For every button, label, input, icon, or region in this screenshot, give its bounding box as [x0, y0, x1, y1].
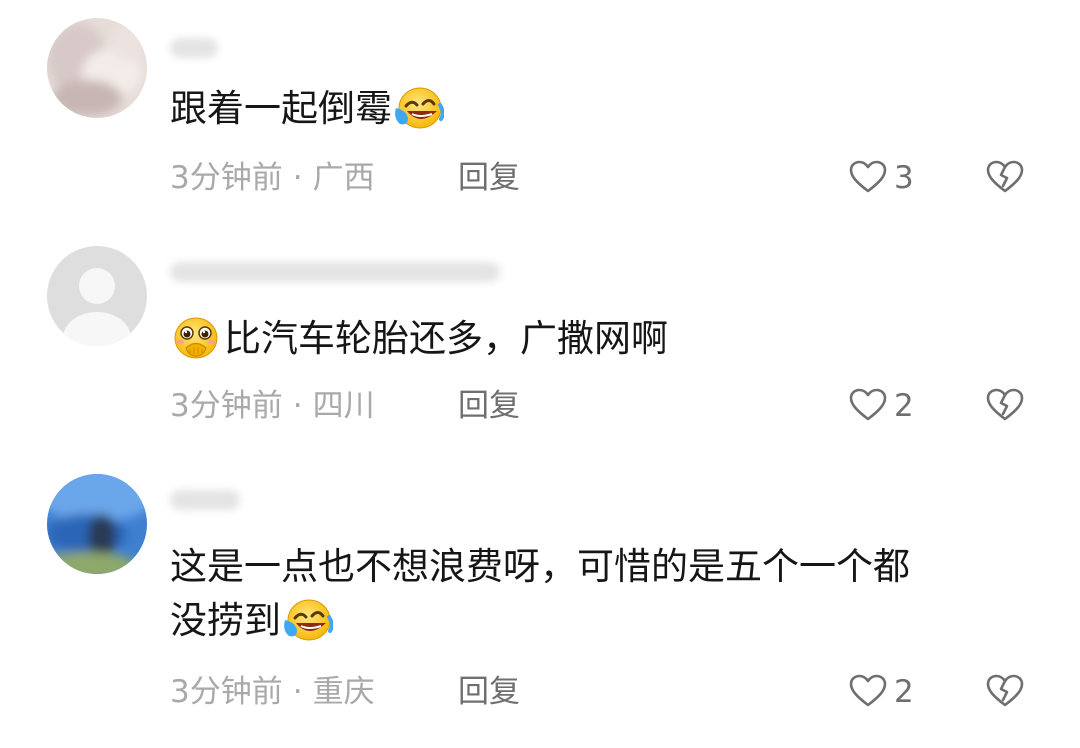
reply-button[interactable]: 回复	[458, 672, 520, 712]
laugh-cry-emoji	[281, 598, 333, 642]
comment-item: 这是一点也不想浪费呀，可惜的是五个一个都 没捞到 3分钟前 · 重庆 回复 2	[0, 0, 1080, 748]
comment-text-line: 没捞到	[170, 594, 910, 648]
meta-separator: ·	[292, 674, 303, 710]
comment-time: 3分钟前	[170, 674, 283, 710]
comment-location: 重庆	[312, 674, 375, 710]
avatar[interactable]	[47, 474, 147, 574]
like-count: 2	[894, 674, 914, 710]
comment-meta: 3分钟前 · 重庆	[170, 672, 375, 712]
broken-heart-icon[interactable]	[985, 672, 1025, 712]
username-blurred[interactable]	[170, 490, 240, 510]
comment-text: 这是一点也不想浪费呀，可惜的是五个一个都 没捞到	[170, 540, 910, 648]
heart-outline-icon	[848, 672, 888, 712]
comment-text-line: 这是一点也不想浪费呀，可惜的是五个一个都	[170, 545, 910, 588]
like-button[interactable]: 2	[848, 672, 914, 712]
